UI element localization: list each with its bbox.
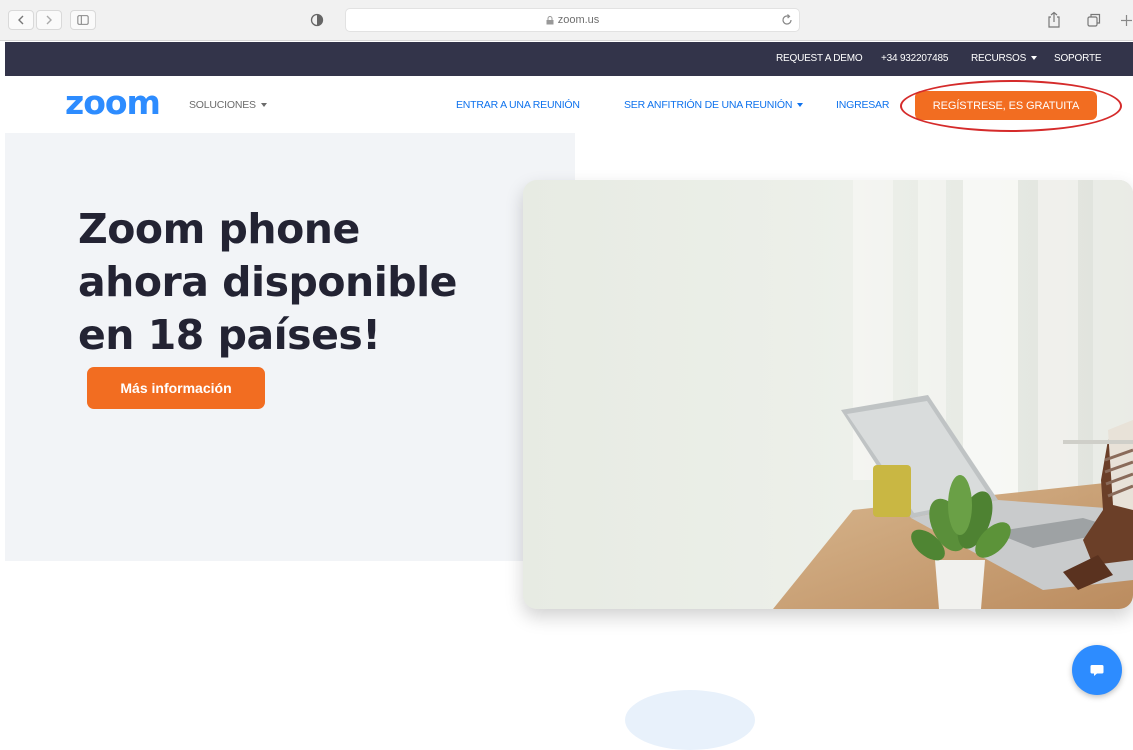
chevron-down-icon xyxy=(797,103,804,108)
sidebar-button[interactable] xyxy=(70,10,96,30)
chevron-down-icon xyxy=(1031,56,1038,61)
chevron-down-icon xyxy=(260,103,267,108)
forward-button[interactable] xyxy=(36,10,62,30)
utility-bar: REQUEST A DEMO +34 932207485 RECURSOS SO… xyxy=(5,42,1133,76)
reload-icon[interactable] xyxy=(780,13,794,27)
resources-label: RECURSOS xyxy=(971,53,1027,64)
tabs-icon[interactable] xyxy=(1086,12,1102,28)
solutions-label: SOLUCIONES xyxy=(189,99,256,111)
hero-title: Zoom phone ahora disponible en 18 países… xyxy=(78,205,457,359)
back-icon xyxy=(18,15,24,25)
chat-button[interactable] xyxy=(1072,645,1122,695)
privacy-shield-icon[interactable] xyxy=(310,13,324,27)
share-icon[interactable] xyxy=(1046,11,1062,29)
more-info-button[interactable]: Más información xyxy=(87,367,265,409)
main-navigation: zoom SOLUCIONES ENTRAR A UNA REUNIÓN SER… xyxy=(5,77,1133,133)
request-demo-link[interactable]: REQUEST A DEMO xyxy=(776,53,863,64)
sidebar-icon xyxy=(77,15,89,25)
forward-icon xyxy=(46,15,52,25)
browser-toolbar: zoom.us xyxy=(0,0,1133,41)
sign-in-link[interactable]: INGRESAR xyxy=(836,99,889,111)
chat-icon xyxy=(1090,665,1104,676)
resources-menu[interactable]: RECURSOS xyxy=(971,53,1038,64)
history-buttons xyxy=(8,10,62,30)
host-meeting-label: SER ANFITRIÓN DE UNA REUNIÓN xyxy=(624,99,793,111)
address-bar[interactable]: zoom.us xyxy=(345,8,800,32)
hero-image xyxy=(523,180,1133,609)
solutions-menu[interactable]: SOLUCIONES xyxy=(189,99,267,111)
signup-button[interactable]: REGÍSTRESE, ES GRATUITA xyxy=(915,91,1097,120)
phone-number[interactable]: +34 932207485 xyxy=(881,53,948,64)
host-meeting-menu[interactable]: SER ANFITRIÓN DE UNA REUNIÓN xyxy=(624,99,804,111)
back-button[interactable] xyxy=(8,10,34,30)
new-tab-icon[interactable] xyxy=(1120,14,1133,27)
lock-icon xyxy=(546,15,554,24)
zoom-logo[interactable]: zoom xyxy=(65,86,161,120)
join-meeting-link[interactable]: ENTRAR A UNA REUNIÓN xyxy=(456,99,580,111)
decorative-shape xyxy=(625,690,755,750)
support-link[interactable]: SOPORTE xyxy=(1054,53,1102,64)
url-text: zoom.us xyxy=(557,14,600,26)
